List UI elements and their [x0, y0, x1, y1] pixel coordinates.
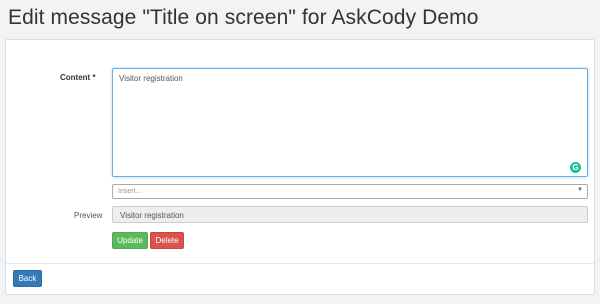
grammarly-icon[interactable]: G [570, 162, 581, 173]
content-textarea[interactable]: Visitor registration [112, 68, 588, 177]
panel-divider [6, 263, 594, 264]
chevron-down-icon: ▼ [577, 187, 583, 193]
preview-label: Preview [74, 211, 103, 220]
page-title: Edit message "Title on screen" for AskCo… [8, 6, 479, 29]
insert-placeholder: Insert... [118, 188, 142, 195]
preview-field: Visitor registration [112, 206, 588, 223]
insert-select[interactable]: Insert... ▼ [112, 184, 588, 199]
content-label: Content * [60, 73, 96, 82]
delete-button[interactable]: Delete [150, 232, 184, 249]
update-button[interactable]: Update [112, 232, 148, 249]
back-button[interactable]: Back [13, 270, 42, 287]
